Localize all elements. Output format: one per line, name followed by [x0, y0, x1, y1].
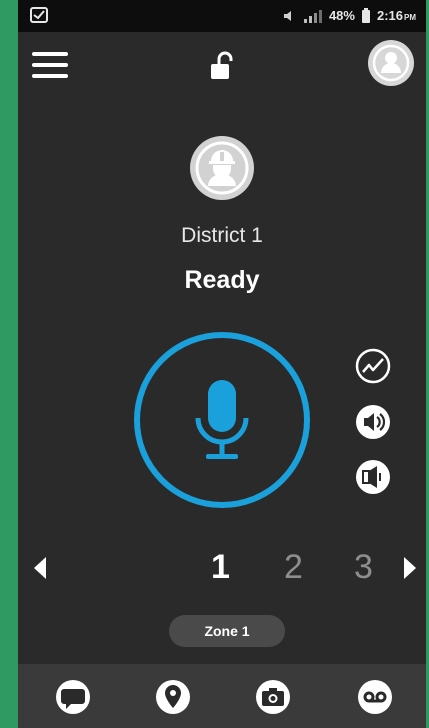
profile-icon: [372, 44, 410, 82]
unlock-icon[interactable]: [209, 51, 235, 81]
worker-icon: [195, 141, 249, 195]
app-notification-icon: [30, 7, 48, 23]
page-number-3[interactable]: 3: [354, 548, 373, 587]
voicemail-button[interactable]: [358, 680, 392, 714]
menu-line: [32, 63, 68, 67]
battery-percent: 48%: [328, 8, 355, 23]
message-icon: [61, 689, 85, 709]
previous-page-arrow[interactable]: [32, 555, 48, 581]
location-button[interactable]: [156, 680, 190, 714]
channel-status: Ready: [184, 266, 260, 294]
push-to-talk-button[interactable]: [134, 332, 310, 508]
camera-icon: [262, 688, 284, 706]
location-icon: [165, 685, 181, 708]
mute-icon: [283, 10, 291, 21]
status-right-group: 48% 2:16PM: [283, 8, 416, 23]
activity-icon[interactable]: [355, 348, 391, 384]
page-number-1[interactable]: 1: [211, 548, 230, 587]
speaker-muted-icon[interactable]: [355, 459, 391, 495]
menu-line: [32, 74, 68, 78]
message-button[interactable]: [56, 680, 90, 714]
channel-name: District 1: [181, 224, 263, 247]
app-bar: [18, 32, 426, 104]
phone-screen: 48% 2:16PM District 1 Ready 1 2 3 Zone 1: [18, 0, 426, 728]
menu-line: [32, 52, 68, 56]
voicemail-icon: [363, 691, 387, 703]
clock-suffix: PM: [404, 13, 416, 22]
page-number-2[interactable]: 2: [284, 548, 303, 587]
next-page-arrow[interactable]: [402, 555, 418, 581]
profile-button[interactable]: [368, 40, 414, 86]
zone-selector[interactable]: Zone 1: [169, 615, 285, 647]
status-bar: 48% 2:16PM: [18, 0, 426, 32]
clock: 2:16PM: [377, 8, 416, 23]
bottom-nav-bar: [18, 664, 426, 728]
menu-icon[interactable]: [32, 52, 68, 80]
clock-time: 2:16: [376, 8, 403, 23]
speaker-icon[interactable]: [355, 404, 391, 440]
microphone-icon: [195, 380, 249, 459]
signal-icon: [303, 9, 322, 23]
channel-avatar: [190, 136, 254, 200]
camera-button[interactable]: [256, 680, 290, 714]
battery-icon: [361, 8, 370, 23]
